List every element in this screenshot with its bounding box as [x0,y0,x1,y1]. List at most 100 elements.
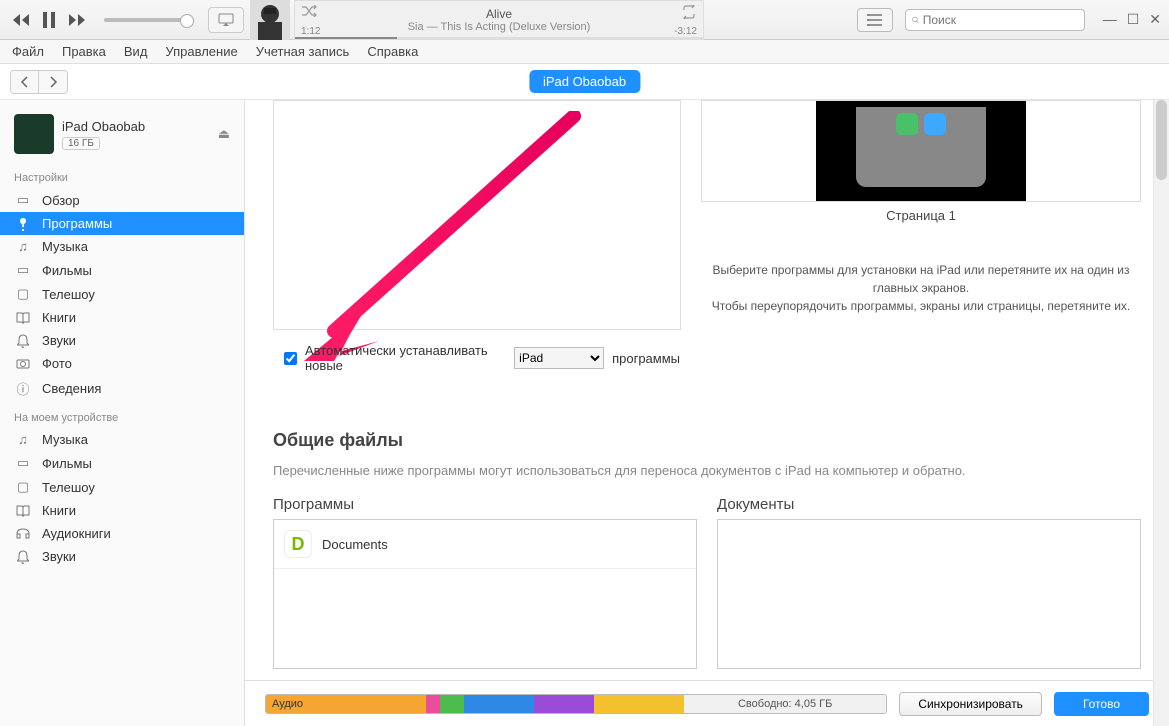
search-icon [912,14,919,26]
close-button[interactable]: ✕ [1149,11,1161,28]
shared-app-item[interactable]: D Documents [274,520,696,569]
shared-files-row: Программы D Documents Документы [273,496,1141,669]
sidebar-item-photos[interactable]: Фото [0,352,244,375]
menu-account[interactable]: Учетная запись [256,44,350,59]
music-icon: ♫ [14,239,32,254]
sidebar-item-apps[interactable]: Программы [0,212,244,235]
playback-controls [8,7,90,33]
shared-files-heading: Общие файлы [273,430,1141,451]
prev-button[interactable] [8,7,34,33]
sidebar-section-settings: Настройки [0,162,244,188]
info-icon: ⓘ [14,379,32,398]
search-input[interactable] [923,13,1078,27]
books-icon [14,312,32,324]
sidebar-item-info[interactable]: ⓘСведения [0,375,244,402]
menu-help[interactable]: Справка [367,44,418,59]
help-text-2: Чтобы переупорядочить программы, экраны … [701,297,1141,315]
apps-list-box: Автоматически устанавливать новые iPad п… [273,100,681,330]
menu-edit[interactable]: Правка [62,44,106,59]
list-view-button[interactable] [857,8,893,32]
volume-slider[interactable] [104,18,194,22]
content-scroll[interactable]: Автоматически устанавливать новые iPad п… [245,100,1169,680]
tv-icon: ▢ [14,479,32,495]
bottom-bar: Аудио Свободно: 4,05 ГБ Синхронизировать… [245,680,1169,726]
sidebar-ondevice-movies[interactable]: ▭Фильмы [0,451,244,475]
music-icon: ♫ [14,432,32,447]
sidebar-item-music[interactable]: ♫Музыка [0,235,244,258]
menu-bar: Файл Правка Вид Управление Учетная запис… [0,40,1169,64]
vertical-scrollbar[interactable] [1153,100,1169,726]
sidebar-item-overview[interactable]: ▭Обзор [0,188,244,212]
nav-bar: iPad Obaobab [0,64,1169,100]
sidebar-item-tvshows[interactable]: ▢Телешоу [0,282,244,306]
device-name: iPad Obaobab [62,119,210,134]
storage-bar: Аудио Свободно: 4,05 ГБ [265,694,887,714]
sidebar-ondevice-tones[interactable]: Звуки [0,545,244,568]
airplay-button[interactable] [208,7,244,33]
bell-icon [14,334,32,348]
tv-icon: ▢ [14,286,32,302]
storage-seg [426,695,440,713]
storage-seg [594,695,684,713]
ipad-screen[interactable] [816,101,1026,201]
auto-install-select[interactable]: iPad [514,347,604,369]
player-toolbar: Alive Sia — This Is Acting (Deluxe Versi… [0,0,1169,40]
auto-install-checkbox[interactable] [284,352,297,365]
sidebar-item-tones[interactable]: Звуки [0,329,244,352]
content-pane: Автоматически устанавливать новые iPad п… [245,100,1169,726]
album-artwork [250,0,290,40]
pause-button[interactable] [36,7,62,33]
device-pill[interactable]: iPad Obaobab [529,70,640,93]
time-elapsed: 1:12 [301,26,320,37]
sidebar-ondevice-audiobooks[interactable]: Аудиокниги [0,522,244,545]
sidebar-ondevice-books[interactable]: Книги [0,499,244,522]
sidebar-ondevice-music[interactable]: ♫Музыка [0,428,244,451]
shuffle-icon[interactable] [301,5,317,20]
help-text-1: Выберите программы для установки на iPad… [701,261,1141,297]
sidebar-section-ondevice: На моем устройстве [0,402,244,428]
sync-button[interactable]: Синхронизировать [899,692,1042,716]
device-icon: ▭ [14,192,32,208]
movies-icon: ▭ [14,262,32,278]
sidebar-item-books[interactable]: Книги [0,306,244,329]
camera-icon [14,358,32,369]
shared-docs-header: Документы [717,496,1141,513]
progress-bar[interactable] [295,37,703,39]
auto-install-suffix: программы [612,351,680,366]
now-playing-display: Alive Sia — This Is Acting (Deluxe Versi… [294,0,704,40]
device-capacity: 16 ГБ [62,137,100,150]
scrollbar-thumb[interactable] [1156,100,1167,180]
nav-buttons [10,70,68,94]
forward-button[interactable] [39,71,67,93]
time-remaining: -3:12 [674,26,697,37]
menu-file[interactable]: Файл [12,44,44,59]
shared-docs-list[interactable] [717,519,1141,669]
storage-seg [464,695,534,713]
shared-apps-list[interactable]: D Documents [273,519,697,669]
audiobooks-icon [14,528,32,540]
back-button[interactable] [11,71,39,93]
next-button[interactable] [64,7,90,33]
shared-app-name: Documents [322,537,388,552]
storage-seg [534,695,594,713]
repeat-icon[interactable] [681,5,697,22]
sidebar-item-movies[interactable]: ▭Фильмы [0,258,244,282]
window-controls: — ☐ ✕ [1103,11,1161,28]
maximize-button[interactable]: ☐ [1127,11,1140,28]
sidebar: iPad Obaobab 16 ГБ ⏏ Настройки ▭Обзор Пр… [0,100,245,726]
app-icon [924,113,946,135]
minimize-button[interactable]: — [1103,11,1117,28]
sidebar-ondevice-tvshows[interactable]: ▢Телешоу [0,475,244,499]
done-button[interactable]: Готово [1054,692,1149,716]
storage-seg-free: Свободно: 4,05 ГБ [684,695,886,713]
eject-button[interactable]: ⏏ [218,126,230,142]
track-subtitle: Sia — This Is Acting (Deluxe Version) [408,21,591,33]
bell-icon [14,550,32,564]
track-title: Alive [486,7,512,21]
search-field[interactable] [905,9,1085,31]
menu-controls[interactable]: Управление [165,44,237,59]
menu-view[interactable]: Вид [124,44,148,59]
movies-icon: ▭ [14,455,32,471]
device-header: iPad Obaobab 16 ГБ ⏏ [0,108,244,162]
main-area: iPad Obaobab 16 ГБ ⏏ Настройки ▭Обзор Пр… [0,100,1169,726]
